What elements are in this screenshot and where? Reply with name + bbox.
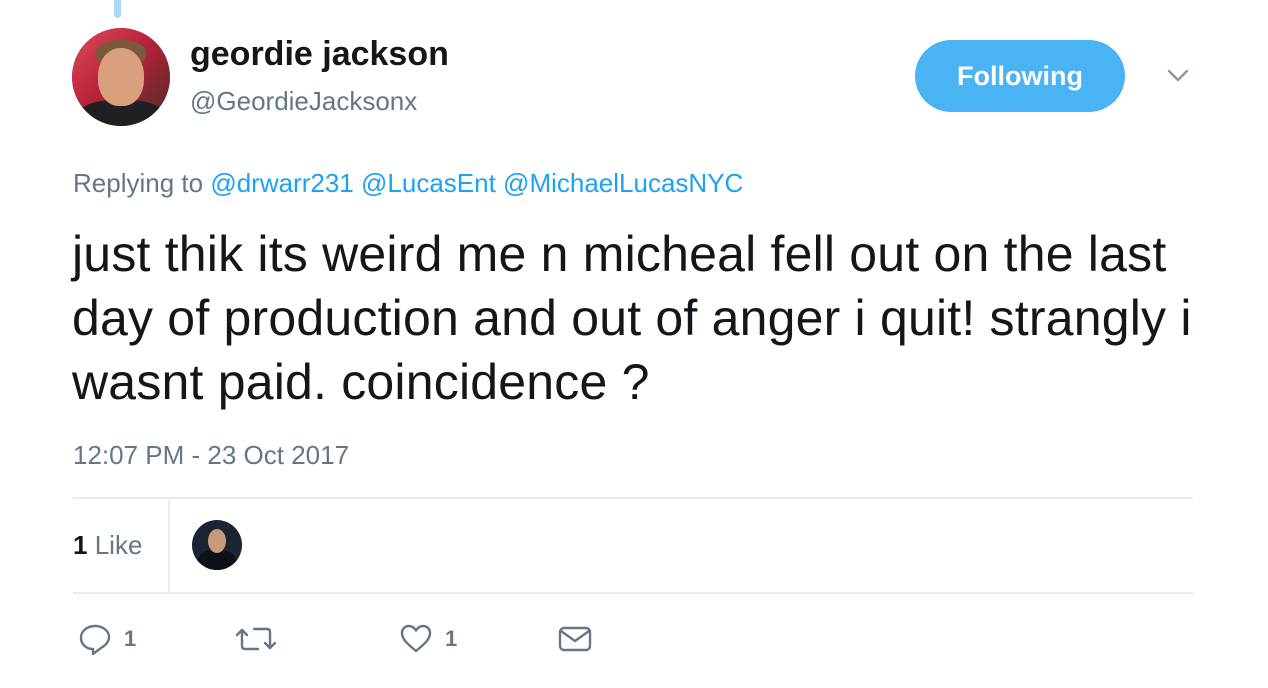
reply-count: 1: [124, 626, 137, 651]
author-handle[interactable]: @GeordieJacksonx: [190, 86, 417, 117]
likes-stat-number: 1: [73, 530, 88, 560]
mention-link-drwarr231[interactable]: @drwarr231: [210, 168, 353, 198]
liker-avatar-face: [208, 529, 226, 553]
like-action[interactable]: 1: [399, 622, 457, 656]
author-display-name[interactable]: geordie jackson: [190, 35, 449, 74]
likes-stat-label: Like: [94, 530, 143, 560]
mention-link-lucasent[interactable]: @LucasEnt: [361, 168, 496, 198]
retweet-icon: [236, 627, 276, 651]
retweet-action[interactable]: [236, 622, 288, 656]
tweet-timestamp[interactable]: 12:07 PM - 23 Oct 2017: [73, 440, 349, 471]
envelope-icon: [558, 626, 592, 652]
replying-to-label: Replying to: [73, 168, 204, 198]
liker-avatar-body: [198, 550, 236, 570]
following-button[interactable]: Following: [915, 40, 1125, 112]
author-avatar[interactable]: [72, 28, 170, 126]
stats-top-divider: [73, 497, 1193, 499]
likes-stat[interactable]: 1 Like: [73, 530, 142, 561]
like-count: 1: [445, 626, 458, 651]
replying-to-line: Replying to @drwarr231 @LucasEnt @Michae…: [73, 168, 743, 199]
reply-icon: [79, 624, 111, 656]
mention-link-michaellucasnyc[interactable]: @MichaelLucasNYC: [503, 168, 743, 198]
direct-message-action[interactable]: [557, 622, 593, 656]
more-options-chevron-down-icon[interactable]: [1164, 62, 1192, 90]
reply-action[interactable]: 1: [78, 622, 136, 656]
tweet-text: just thik its weird me n micheal fell ou…: [72, 226, 1192, 410]
stats-bottom-divider: [73, 592, 1193, 594]
heart-icon: [400, 624, 432, 653]
thread-connector-line: [114, 0, 121, 18]
avatar-face: [98, 48, 144, 106]
stats-vertical-divider: [168, 500, 170, 592]
liker-avatar[interactable]: [192, 520, 242, 570]
